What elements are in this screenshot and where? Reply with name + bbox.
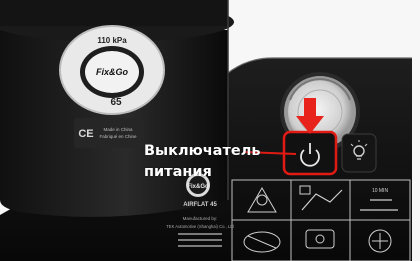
manufacturer-text: Manufactured by: [183, 216, 218, 221]
light-button[interactable] [341, 133, 377, 173]
base-model-text: AIRFLAT 45 [183, 202, 217, 208]
company-text: TEK Automotive (Shanghai) Co., Ltd [166, 224, 234, 229]
power-switch-callout: Выключатель питания [144, 141, 261, 182]
made-in-text: Made in China [103, 127, 133, 132]
product-photo: 110 kPa Fix&Go 65 CE Made in China Fabri… [0, 0, 420, 261]
instruction-step-6 [368, 229, 392, 253]
callout-line-2: питания [144, 164, 212, 180]
badge-bottom-text: 65 [110, 97, 122, 108]
callout-line-1: Выключатель [144, 143, 261, 159]
instruction-panel-label: 10 MIN [372, 188, 389, 194]
badge-brand-text: Fix&Go [96, 67, 129, 77]
ce-mark: CE [78, 128, 93, 140]
ce-label: CE Made in China Fabriqué en Chine [74, 118, 144, 148]
badge-top-text: 110 kPa [97, 36, 127, 45]
side-badge: 110 kPa Fix&Go 65 [59, 25, 165, 115]
country-text: Fabriqué en Chine [99, 134, 137, 139]
base-brand-text: Fix&Go [187, 184, 209, 190]
